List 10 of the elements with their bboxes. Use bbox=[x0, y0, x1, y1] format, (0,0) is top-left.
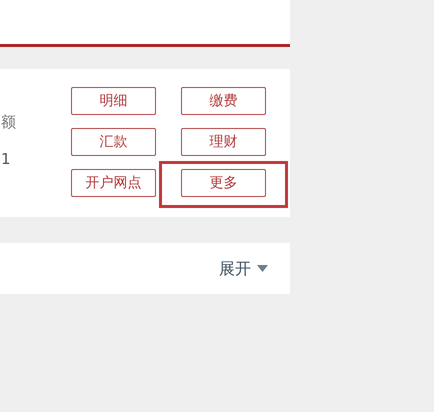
caret-icon bbox=[257, 265, 268, 272]
action-button[interactable]: 明细 bbox=[71, 87, 156, 115]
action-button[interactable]: 缴费 bbox=[181, 87, 266, 115]
expand-button[interactable]: 展开 bbox=[219, 256, 268, 280]
action-button[interactable]: 开户网点 bbox=[71, 169, 156, 197]
action-button[interactable]: 更多 bbox=[181, 169, 266, 197]
action-button[interactable]: 理财 bbox=[181, 128, 266, 156]
action-button[interactable]: 汇款 bbox=[71, 128, 156, 156]
balance-label: 额 bbox=[1, 112, 17, 132]
balance-value: 1 bbox=[1, 149, 12, 169]
